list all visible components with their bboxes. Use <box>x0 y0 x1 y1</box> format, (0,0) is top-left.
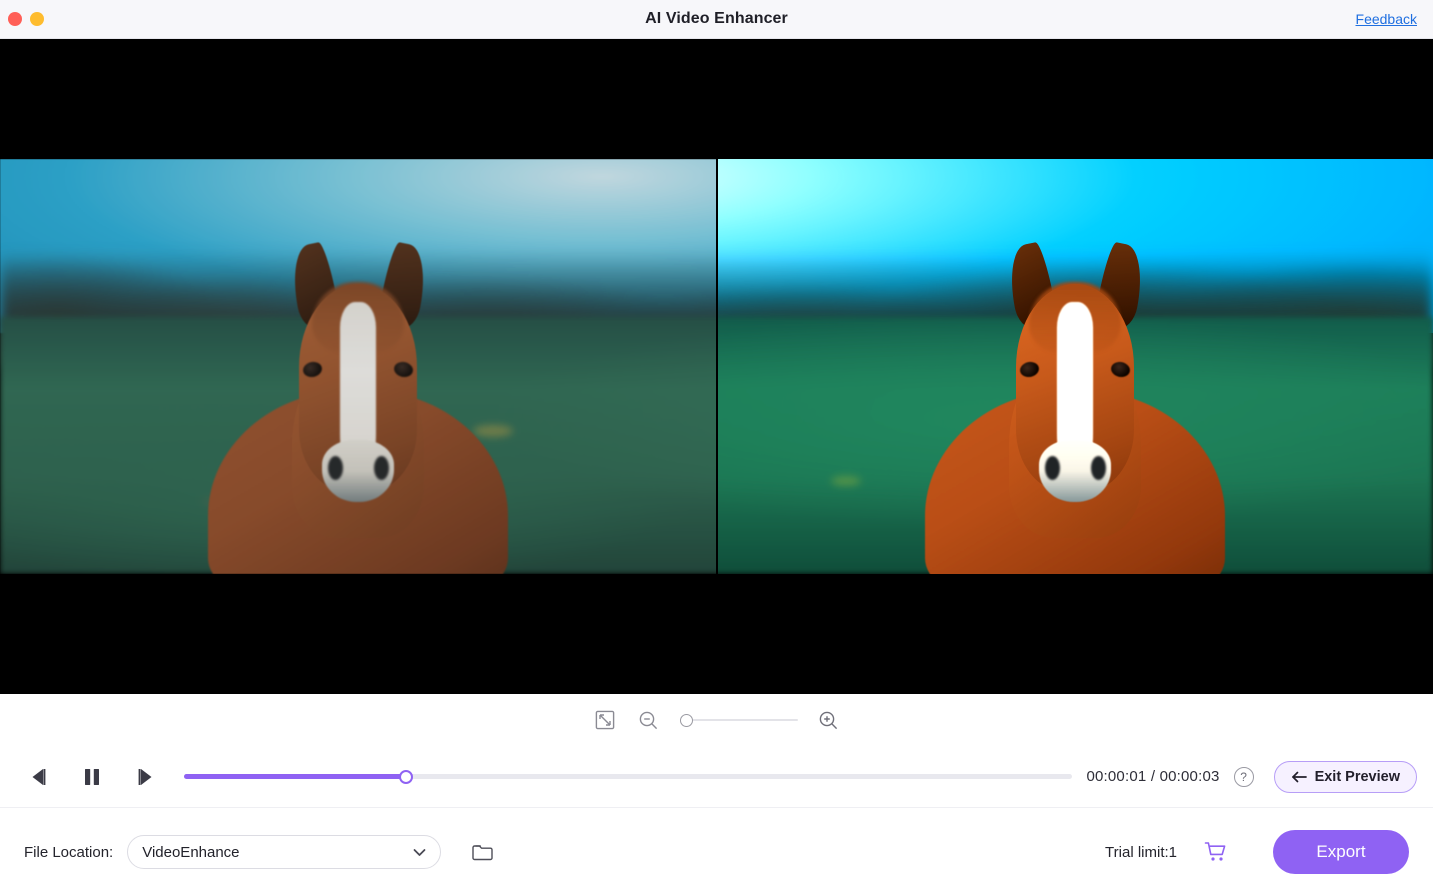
original-video-pane[interactable] <box>0 39 717 694</box>
export-button[interactable]: Export <box>1273 830 1409 874</box>
exit-preview-button[interactable]: Exit Preview <box>1274 761 1417 793</box>
chevron-down-icon <box>412 845 426 859</box>
pane-divider <box>716 39 718 694</box>
enhanced-video-pane[interactable] <box>717 39 1433 694</box>
trial-limit-label: Trial limit:1 <box>1105 844 1177 861</box>
enhanced-video-frame <box>717 159 1433 574</box>
transport-controls <box>16 763 170 791</box>
shopping-cart-icon[interactable] <box>1203 839 1229 865</box>
time-separator: / <box>1151 768 1155 785</box>
minimize-window-button[interactable] <box>30 12 44 26</box>
arrow-left-icon <box>1291 770 1307 784</box>
zoom-slider[interactable] <box>680 713 798 727</box>
app-window: AI Video Enhancer Feedback <box>0 0 1433 896</box>
footer-bar: File Location: VideoEnhance Trial limit:… <box>0 808 1433 896</box>
timecode-display: 00:00:01 / 00:00:03 <box>1086 768 1219 785</box>
video-preview-stage <box>0 39 1433 694</box>
total-time: 00:00:03 <box>1160 768 1220 785</box>
progress-fill <box>184 774 406 779</box>
video-scene-enhanced <box>717 159 1433 574</box>
zoom-slider-track <box>680 719 798 721</box>
folder-icon[interactable] <box>467 837 497 867</box>
feedback-link[interactable]: Feedback <box>1356 11 1417 27</box>
progress-thumb[interactable] <box>399 770 413 784</box>
video-scene-original <box>0 159 717 574</box>
zoom-slider-thumb[interactable] <box>680 714 693 727</box>
page-title: AI Video Enhancer <box>0 10 1433 28</box>
playback-progress-slider[interactable] <box>184 769 1072 785</box>
playback-control-bar: 00:00:01 / 00:00:03 ? Exit Preview <box>0 746 1433 808</box>
zoom-out-icon[interactable] <box>636 707 662 733</box>
current-time: 00:00:01 <box>1086 768 1146 785</box>
zoom-control-bar <box>0 694 1433 746</box>
next-frame-icon[interactable] <box>132 763 160 791</box>
file-location-label: File Location: <box>24 844 113 861</box>
file-location-select[interactable]: VideoEnhance <box>127 835 441 869</box>
exit-preview-label: Exit Preview <box>1315 769 1400 785</box>
window-controls <box>0 12 44 26</box>
help-circle-icon[interactable]: ? <box>1234 767 1254 787</box>
title-bar: AI Video Enhancer Feedback <box>0 0 1433 39</box>
previous-frame-icon[interactable] <box>24 763 52 791</box>
pause-icon[interactable] <box>78 763 106 791</box>
horse-subject <box>208 244 508 574</box>
horse-subject-right <box>925 244 1225 574</box>
original-video-frame <box>0 159 717 574</box>
zoom-in-icon[interactable] <box>816 707 842 733</box>
file-location-value: VideoEnhance <box>142 844 412 861</box>
close-window-button[interactable] <box>8 12 22 26</box>
fit-to-screen-icon[interactable] <box>592 707 618 733</box>
